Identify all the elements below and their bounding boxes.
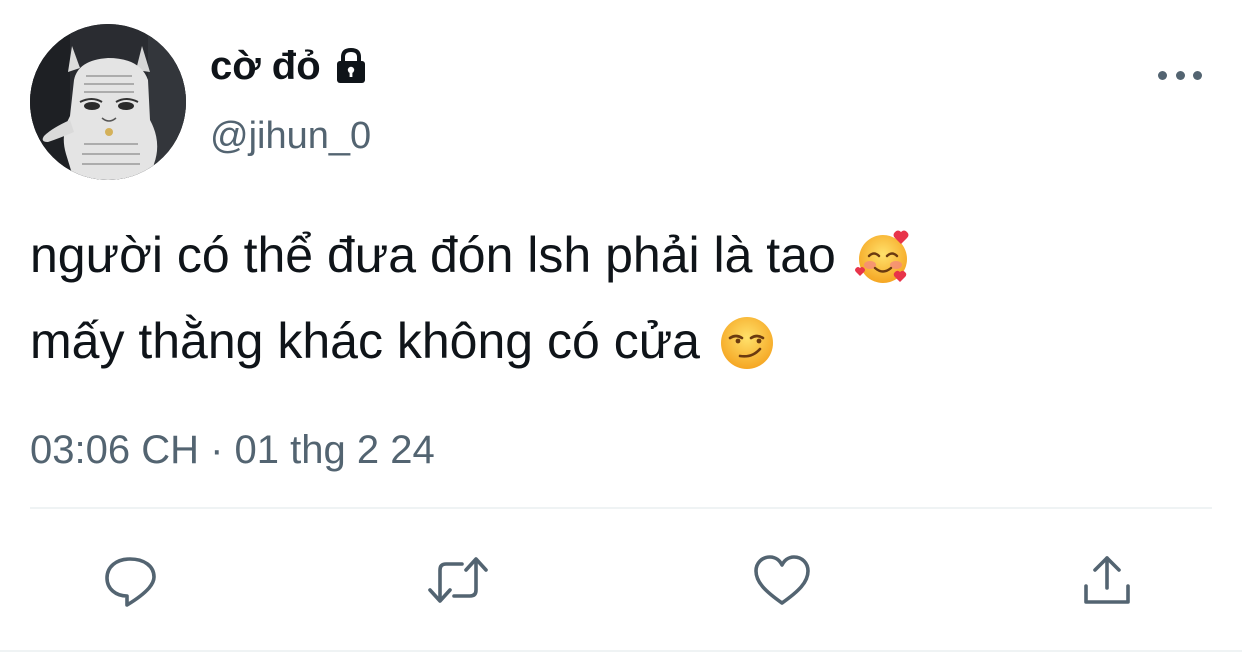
reply-button[interactable]: [98, 548, 162, 612]
retweet-icon: [428, 557, 488, 603]
tweet-line: mấy thằng khác không có cửa: [30, 298, 1210, 384]
display-name[interactable]: cờ đỏ: [210, 42, 321, 90]
lock-icon: [331, 46, 371, 86]
tweet-text: người có thể đưa đón lsh phải là tao mấy…: [30, 212, 1210, 384]
tweet-line-text: người có thể đưa đón lsh phải là tao: [30, 227, 836, 283]
action-bar: [0, 548, 1242, 612]
like-button[interactable]: [750, 548, 814, 612]
share-icon: [1084, 556, 1130, 604]
cat-avatar-icon: [30, 24, 186, 180]
reply-icon: [105, 557, 156, 607]
name-row: cờ đỏ: [210, 42, 371, 90]
smiling-face-with-hearts-icon: [854, 226, 912, 284]
tweet-line: người có thể đưa đón lsh phải là tao: [30, 212, 1210, 298]
more-dot: [1158, 70, 1167, 80]
share-button[interactable]: [1075, 548, 1139, 612]
more-dot: [1175, 70, 1185, 80]
avatar[interactable]: [30, 24, 186, 180]
more-options-icon[interactable]: [1158, 62, 1202, 88]
retweet-button[interactable]: [426, 548, 490, 612]
divider: [0, 650, 1242, 652]
user-handle[interactable]: @jihun_0: [210, 112, 371, 160]
tweet-line-text: mấy thằng khác không có cửa: [30, 313, 700, 369]
more-dot: [1193, 70, 1202, 80]
divider: [30, 507, 1212, 509]
heart-icon: [754, 555, 810, 605]
tweet-timestamp[interactable]: 03:06 CH · 01 thg 2 24: [30, 424, 435, 476]
smirking-face-icon: [718, 312, 776, 370]
tweet-card: cờ đỏ @jihun_0 người có thể đưa đón lsh …: [0, 0, 1242, 672]
